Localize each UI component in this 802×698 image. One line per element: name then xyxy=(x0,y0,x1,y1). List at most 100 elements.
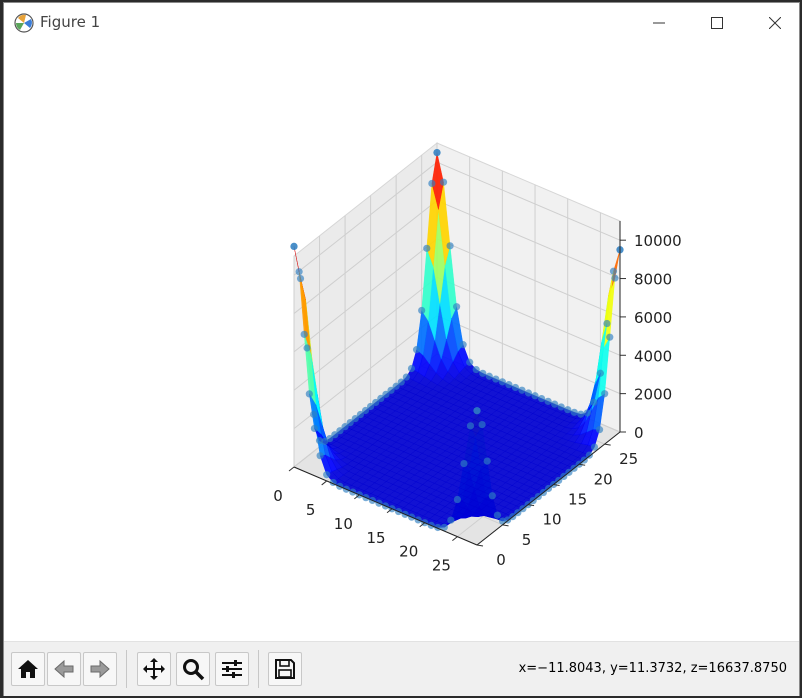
scatter-point xyxy=(323,471,331,479)
scatter-point xyxy=(290,242,298,251)
y-tick-label: 15 xyxy=(568,490,587,508)
y-tick-label: 20 xyxy=(594,470,613,488)
forward-arrow-icon xyxy=(90,659,110,679)
x-tick-label: 15 xyxy=(366,529,385,547)
scatter-point xyxy=(611,274,619,282)
scatter-point xyxy=(459,341,467,349)
floppy-disk-icon xyxy=(275,659,295,679)
scatter-point xyxy=(397,378,405,386)
y-tick-label: 10 xyxy=(543,511,562,529)
maximize-icon xyxy=(711,17,723,29)
scatter-point xyxy=(446,242,454,250)
scatter-point xyxy=(310,424,319,433)
scatter-point xyxy=(478,420,486,429)
scatter-point xyxy=(596,369,604,377)
matplotlib-logo-icon xyxy=(14,13,34,33)
scatter-point xyxy=(511,383,520,392)
back-arrow-icon xyxy=(54,659,74,679)
scatter-point xyxy=(485,372,493,380)
scatter-point xyxy=(551,400,559,408)
scatter-point xyxy=(439,178,448,186)
scatter-point xyxy=(296,274,305,283)
z-tick-label: 8000 xyxy=(634,271,672,289)
pan-button[interactable] xyxy=(137,652,171,686)
home-icon xyxy=(18,660,38,678)
zoom-button[interactable] xyxy=(176,652,210,686)
navigation-toolbar: x=−11.8043, y=11.3732, z=16637.8750 xyxy=(4,641,799,696)
y-tick-label: 0 xyxy=(496,551,506,569)
scatter-point xyxy=(479,369,487,377)
scatter-point xyxy=(473,407,481,415)
scatter-point xyxy=(316,452,324,460)
scatter-point xyxy=(453,303,461,311)
scatter-point xyxy=(295,268,303,276)
scatter-point xyxy=(601,390,609,398)
scatter-point xyxy=(583,409,591,417)
scatter-point xyxy=(564,406,572,414)
scatter-point xyxy=(303,344,311,352)
scatter-point xyxy=(505,381,513,389)
maximize-button[interactable] xyxy=(688,3,746,43)
sliders-icon xyxy=(222,660,242,678)
scatter-point xyxy=(544,397,552,405)
scatter-point xyxy=(402,373,410,381)
scatter-point xyxy=(524,389,533,397)
scatter-point xyxy=(492,375,500,383)
y-tick-label: 5 xyxy=(522,531,532,549)
scatter-point xyxy=(460,460,468,468)
scatter-point xyxy=(407,364,416,373)
scatter-point xyxy=(603,319,611,328)
scatter-point xyxy=(498,378,506,386)
forward-button[interactable] xyxy=(83,652,117,686)
z-tick-label: 0 xyxy=(634,424,644,442)
z-tick-label: 6000 xyxy=(634,309,672,327)
x-tick-label: 0 xyxy=(273,487,283,505)
home-button[interactable] xyxy=(11,652,45,686)
scatter-point xyxy=(518,386,526,394)
scatter-point xyxy=(423,244,431,252)
scatter-point xyxy=(488,492,496,500)
scatter-point xyxy=(606,333,614,341)
scatter-point xyxy=(412,346,421,354)
scatter-point xyxy=(557,403,565,411)
scatter-point xyxy=(310,410,318,418)
save-button[interactable] xyxy=(268,652,302,686)
y-tick-label: 25 xyxy=(619,450,638,468)
scatter-point xyxy=(466,358,474,366)
toolbar-separator xyxy=(126,650,127,688)
z-tick-label: 2000 xyxy=(634,386,672,404)
toolbar-separator xyxy=(258,650,259,688)
x-tick-mark xyxy=(288,466,295,472)
scatter-point xyxy=(466,422,475,430)
scatter-point xyxy=(609,267,618,275)
figure-canvas[interactable]: 0 5 10 15 20 25 0 5 10 15 20 25 0 2000 4000 6000 8000 100… xyxy=(4,43,799,641)
x-tick-label: 25 xyxy=(432,557,451,575)
zoom-magnifier-icon xyxy=(183,659,205,681)
scatter-point xyxy=(428,179,436,188)
x-tick-mark xyxy=(452,536,458,542)
x-tick-label: 5 xyxy=(306,501,316,519)
scatter-point xyxy=(595,426,604,434)
title-bar[interactable]: Figure 1 xyxy=(4,3,799,43)
scatter-point xyxy=(590,398,598,406)
cursor-coordinates: x=−11.8043, y=11.3732, z=16637.8750 xyxy=(518,661,787,676)
scatter-point xyxy=(537,394,546,403)
z-tick-label: 10000 xyxy=(634,232,682,250)
configure-subplots-button[interactable] xyxy=(215,652,249,686)
y-tick-mark xyxy=(604,443,611,446)
scatter-point xyxy=(447,516,455,524)
x-tick-label: 10 xyxy=(334,515,353,533)
scatter-point xyxy=(300,330,308,338)
back-button[interactable] xyxy=(47,652,81,686)
minimize-button[interactable] xyxy=(630,3,688,43)
x-tick-label: 20 xyxy=(399,543,418,561)
figure-window: Figure 1 0 5 10 15 20 25 0 5 10 15 20 25 0 xyxy=(3,2,800,696)
x-tick-mark xyxy=(321,480,327,486)
plot-3d-axes[interactable]: 0510152025 051015202502000400060008000100… xyxy=(4,43,799,641)
z-tick-label: 4000 xyxy=(634,347,672,365)
window-title: Figure 1 xyxy=(40,13,101,31)
scatter-point xyxy=(453,495,461,504)
scatter-point xyxy=(493,511,502,519)
close-button[interactable] xyxy=(746,3,802,43)
scatter-point xyxy=(418,306,426,315)
